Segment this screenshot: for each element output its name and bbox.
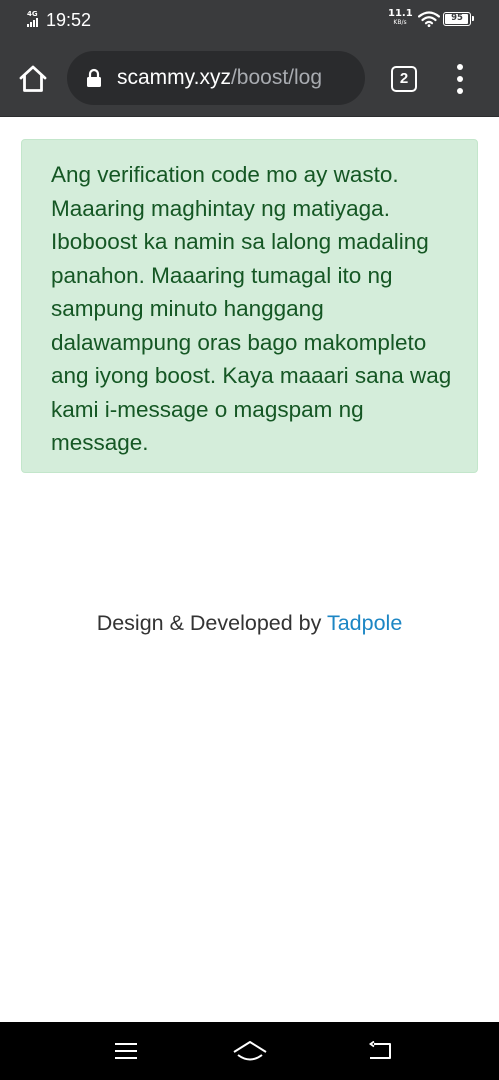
menu-icon	[115, 1043, 137, 1059]
home-icon	[233, 1041, 267, 1061]
url-domain: scammy.xyz	[117, 66, 231, 89]
network-speed-unit: KB/s	[393, 19, 407, 26]
tabs-button[interactable]: 2	[391, 66, 417, 92]
success-alert: Ang verification code mo ay wasto. Maaar…	[21, 139, 478, 473]
lock-icon	[86, 68, 102, 88]
footer-credit: Design & Developed by Tadpole	[0, 608, 499, 638]
tab-count: 2	[399, 70, 409, 87]
back-icon	[368, 1041, 391, 1059]
nav-home-button[interactable]	[220, 1022, 280, 1080]
more-vert-icon[interactable]	[450, 64, 470, 94]
recent-apps-button[interactable]	[96, 1022, 156, 1080]
network-type: 4G	[27, 10, 38, 18]
browser-toolbar: scammy.xyz/boost/log 2	[0, 40, 499, 117]
navigation-bar	[0, 1022, 499, 1080]
phone-screen: 4G 19:52 11.1 KB/s 95 scammy.xyz/boost/l…	[0, 0, 499, 1080]
network-speed-value: 11.1	[388, 8, 413, 19]
status-time: 19:52	[46, 10, 92, 30]
home-button[interactable]	[16, 62, 50, 96]
url-text: scammy.xyz/boost/log	[117, 51, 322, 105]
home-icon	[19, 65, 47, 92]
signal-icon: 4G	[27, 10, 41, 28]
alert-message: Ang verification code mo ay wasto. Maaar…	[51, 162, 452, 455]
url-path: /boost/log	[230, 66, 323, 89]
battery-icon: 95	[443, 12, 474, 26]
footer-credit-text: Design & Developed by	[96, 611, 327, 635]
address-bar[interactable]: scammy.xyz/boost/log	[67, 51, 365, 105]
nav-back-button[interactable]	[350, 1022, 410, 1080]
footer-credit-link[interactable]: Tadpole	[327, 611, 402, 635]
network-speed: 11.1 KB/s	[388, 8, 413, 26]
wifi-icon	[417, 11, 441, 27]
battery-level: 95	[451, 13, 463, 23]
status-bar: 4G 19:52 11.1 KB/s 95	[0, 0, 499, 40]
